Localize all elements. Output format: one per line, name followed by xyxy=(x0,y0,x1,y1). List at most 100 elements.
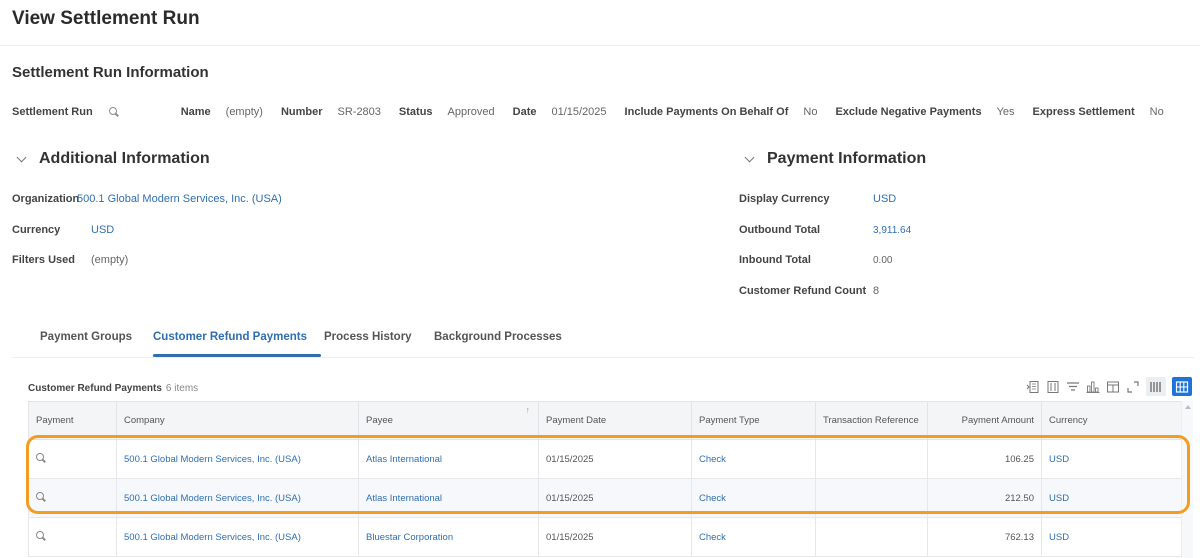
grid-title: Customer Refund Payments 6 items xyxy=(28,383,198,394)
tab-payment-groups[interactable]: Payment Groups xyxy=(40,331,132,343)
currency-label: Currency xyxy=(12,224,61,236)
status-value: Approved xyxy=(447,106,495,118)
tab-process-history[interactable]: Process History xyxy=(324,331,412,343)
display-currency-label: Display Currency xyxy=(739,193,830,205)
company-link[interactable]: 500.1 Global Modern Services, Inc. (USA) xyxy=(116,478,359,518)
table-scrollbar[interactable] xyxy=(1181,401,1193,558)
active-tab-indicator xyxy=(153,354,321,357)
settlement-run-label: Settlement Run xyxy=(12,106,93,118)
filters-used-label: Filters Used xyxy=(12,254,75,266)
payment-cell xyxy=(28,478,117,518)
column-header-currency[interactable]: Currency xyxy=(1041,401,1182,440)
search-icon[interactable] xyxy=(36,452,46,463)
express-settlement-value: No xyxy=(1149,106,1164,118)
currency-link[interactable]: USD xyxy=(1041,478,1182,518)
search-icon[interactable] xyxy=(36,491,46,502)
payee-link[interactable]: Atlas International xyxy=(358,439,539,479)
table-row: 500.1 Global Modern Services, Inc. (USA)… xyxy=(28,478,1182,518)
refund-count-label: Customer Refund Count xyxy=(739,285,867,297)
exclude-negative-value: Yes xyxy=(996,106,1015,118)
date-label: Date xyxy=(512,106,537,118)
tab-bar: Payment Groups Customer Refund Payments … xyxy=(12,322,1194,358)
table-row: 500.1 Global Modern Services, Inc. (USA)… xyxy=(28,517,1182,557)
transaction-reference-cell xyxy=(815,439,928,479)
company-link[interactable]: 500.1 Global Modern Services, Inc. (USA) xyxy=(116,439,359,479)
payment-date-cell: 01/15/2025 xyxy=(538,517,692,557)
search-icon[interactable] xyxy=(36,530,46,541)
payment-date-cell: 01/15/2025 xyxy=(538,478,692,518)
page-header: View Settlement Run xyxy=(0,0,1200,46)
company-link[interactable]: 500.1 Global Modern Services, Inc. (USA) xyxy=(116,517,359,557)
export-excel-icon[interactable] xyxy=(1026,380,1040,394)
grid-view-button[interactable] xyxy=(1172,377,1192,396)
payment-cell xyxy=(28,439,117,479)
sort-ascending-icon: ↑ xyxy=(525,405,531,415)
column-header-payment-date[interactable]: Payment Date xyxy=(538,401,692,440)
grid-view-icon xyxy=(1175,380,1189,393)
payment-info-toggle[interactable]: Payment Information xyxy=(744,150,927,168)
settlement-run-info-title: Settlement Run Information xyxy=(12,64,209,81)
outbound-total-label: Outbound Total xyxy=(739,224,821,236)
additional-info-title: Additional Information xyxy=(39,150,210,167)
table-header-row: Payment Company Payee ↑ Payment Date Paym… xyxy=(28,401,1182,440)
organization-link[interactable]: 500.1 Global Modern Services, Inc. (USA) xyxy=(77,193,282,205)
name-label: Name xyxy=(180,106,211,118)
column-header-payee-label: Payee xyxy=(366,415,393,426)
inbound-total-value: 0.00 xyxy=(873,255,893,266)
column-header-transaction-reference[interactable]: Transaction Reference xyxy=(815,401,928,440)
include-behalf-label: Include Payments On Behalf Of xyxy=(624,106,789,118)
fullscreen-icon[interactable] xyxy=(1126,380,1140,394)
payee-link[interactable]: Bluestar Corporation xyxy=(358,517,539,557)
payment-type-link[interactable]: Check xyxy=(691,478,816,518)
tab-customer-refund-payments[interactable]: Customer Refund Payments xyxy=(153,331,307,343)
payment-type-link[interactable]: Check xyxy=(691,517,816,557)
table-view-icon xyxy=(1150,381,1161,392)
grid-item-count: 6 items xyxy=(165,383,199,394)
table-view-button[interactable] xyxy=(1146,377,1166,396)
column-header-payee[interactable]: Payee ↑ xyxy=(358,401,539,440)
currency-link[interactable]: USD xyxy=(91,224,114,236)
status-label: Status xyxy=(398,106,433,118)
additional-info-toggle[interactable]: Additional Information xyxy=(16,150,210,168)
payment-amount-cell: 106.25 xyxy=(927,439,1042,479)
page-title: View Settlement Run xyxy=(12,8,200,29)
column-header-payment-amount[interactable]: Payment Amount xyxy=(927,401,1042,440)
column-header-company[interactable]: Company xyxy=(116,401,359,440)
payee-link[interactable]: Atlas International xyxy=(358,478,539,518)
number-label: Number xyxy=(280,106,323,118)
currency-link[interactable]: USD xyxy=(1041,517,1182,557)
search-icon[interactable] xyxy=(108,107,119,117)
column-header-payment[interactable]: Payment xyxy=(28,401,117,440)
payment-cell xyxy=(28,517,117,557)
grid-title-text: Customer Refund Payments xyxy=(28,383,162,394)
tab-background-processes[interactable]: Background Processes xyxy=(434,331,562,343)
grid-toolbar xyxy=(1026,377,1192,396)
organization-label: Organization xyxy=(12,193,80,205)
express-settlement-label: Express Settlement xyxy=(1032,106,1135,118)
transaction-reference-cell xyxy=(815,478,928,518)
outbound-total-link[interactable]: 3,911.64 xyxy=(873,225,911,236)
filter-icon[interactable] xyxy=(1066,380,1080,394)
customer-refund-payments-table: Payment Company Payee ↑ Payment Date Paym… xyxy=(28,401,1182,557)
payment-date-cell: 01/15/2025 xyxy=(538,439,692,479)
payment-type-link[interactable]: Check xyxy=(691,439,816,479)
settlement-run-info-row: Settlement Run Name (empty) Number SR-28… xyxy=(12,106,1164,118)
column-header-payment-type[interactable]: Payment Type xyxy=(691,401,816,440)
payment-info-title: Payment Information xyxy=(767,150,927,167)
chevron-down-icon xyxy=(16,152,27,162)
export-pdf-icon[interactable] xyxy=(1046,380,1060,394)
include-behalf-value: No xyxy=(803,106,818,118)
transaction-reference-cell xyxy=(815,517,928,557)
payment-amount-cell: 212.50 xyxy=(927,478,1042,518)
filters-used-value: (empty) xyxy=(91,254,129,266)
name-value: (empty) xyxy=(225,106,263,118)
table-row: 500.1 Global Modern Services, Inc. (USA)… xyxy=(28,439,1182,479)
display-currency-link[interactable]: USD xyxy=(873,193,896,205)
chevron-down-icon xyxy=(744,152,755,162)
payment-amount-cell: 762.13 xyxy=(927,517,1042,557)
chart-icon[interactable] xyxy=(1086,380,1100,394)
scroll-up-icon[interactable] xyxy=(1185,405,1191,409)
currency-link[interactable]: USD xyxy=(1041,439,1182,479)
date-value: 01/15/2025 xyxy=(551,106,607,118)
column-config-icon[interactable] xyxy=(1106,380,1120,394)
